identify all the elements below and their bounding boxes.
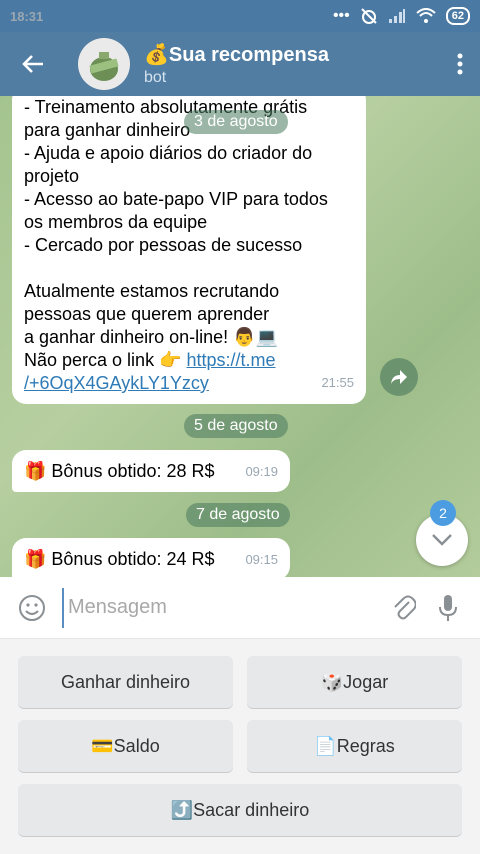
chat-area[interactable]: - Treinamento absolutamente grátis para … — [0, 96, 480, 577]
message-time: 09:15 — [245, 551, 278, 567]
message-line: - Cercado por pessoas de sucesso — [24, 235, 303, 255]
unread-badge: 2 — [430, 500, 456, 526]
link-prefix: Não perca o link 👉 — [24, 350, 187, 370]
back-button[interactable] — [0, 32, 66, 96]
battery-indicator: 62 — [445, 7, 470, 25]
clock: 18:31 — [10, 8, 44, 24]
money-bag-icon — [89, 52, 119, 81]
message-link-line: Não perca o link 👉 https://t.me — [24, 349, 354, 372]
attach-button[interactable] — [382, 586, 426, 630]
withdraw-button[interactable]: ⤴️Sacar dinheiro — [18, 784, 462, 836]
bot-keyboard: Ganhar dinheiro 🎲Jogar 💳Saldo 📄Regras ⤴️… — [0, 639, 480, 854]
message-line: os membros da equipe — [24, 212, 208, 232]
dots-icon: ••• — [332, 7, 350, 24]
bonus-text: 🎁 Bônus obtido: 28 R$ — [24, 460, 215, 481]
balance-button[interactable]: 💳Saldo — [18, 720, 233, 772]
bonus-text: 🎁 Bônus obtido: 24 R$ — [24, 548, 215, 569]
play-button[interactable]: 🎲Jogar — [247, 656, 462, 708]
date-pill: 5 de agosto — [184, 414, 288, 438]
smile-icon — [19, 594, 45, 621]
rules-button[interactable]: 📄Regras — [247, 720, 462, 772]
message-line: pessoas que querem aprender — [24, 304, 270, 324]
invite-link-part1[interactable]: https://t.me — [186, 350, 275, 370]
share-arrow-icon — [391, 370, 407, 384]
signal-icon — [388, 9, 405, 23]
bonus-message[interactable]: 🎁 Bônus obtido: 28 R$ 09:19 — [12, 450, 290, 492]
arrow-left-icon — [22, 55, 43, 73]
emoji-button[interactable] — [10, 586, 54, 630]
message-time: 09:19 — [245, 463, 278, 479]
menu-button[interactable] — [440, 32, 480, 96]
voice-button[interactable] — [426, 586, 470, 630]
avatar[interactable] — [78, 38, 130, 90]
alarm-off-icon — [361, 8, 377, 24]
chat-title-box[interactable]: 💰Sua recompensa bot — [144, 42, 329, 87]
message-line: - Acesso ao bate-papo VIP para todos — [24, 189, 328, 209]
invite-link-part2[interactable]: /+6OqX4GAykLY1Yzcy — [24, 373, 209, 393]
promo-message[interactable]: - Treinamento absolutamente grátis para … — [12, 96, 366, 404]
message-line: - Ajuda e apoio diários do criador do — [24, 143, 313, 163]
message-line: a ganhar dinheiro on-line! 👨💻 — [24, 327, 278, 347]
chat-header: 💰Sua recompensa bot — [0, 32, 480, 96]
message-line: projeto — [24, 166, 80, 186]
earn-money-button[interactable]: Ganhar dinheiro — [18, 656, 233, 708]
chat-title: 💰Sua recompensa — [144, 43, 329, 66]
status-bar: 18:31 ••• 62 — [0, 0, 480, 32]
message-input-bar — [0, 577, 480, 639]
message-input[interactable] — [62, 587, 382, 628]
date-pill: 7 de agosto — [186, 503, 290, 527]
more-vertical-icon — [457, 53, 463, 75]
message-time: 21:55 — [321, 375, 354, 390]
wifi-icon — [416, 8, 436, 23]
microphone-icon — [439, 594, 457, 621]
share-button[interactable] — [380, 358, 418, 396]
chevron-down-icon — [432, 534, 452, 546]
message-line: Atualmente estamos recrutando — [24, 281, 280, 301]
floating-date-pill: 3 de agosto — [184, 110, 288, 134]
bonus-message[interactable]: 🎁 Bônus obtido: 24 R$ 09:15 — [12, 538, 290, 577]
paperclip-icon — [394, 595, 416, 619]
chat-subtitle: bot — [144, 68, 167, 86]
